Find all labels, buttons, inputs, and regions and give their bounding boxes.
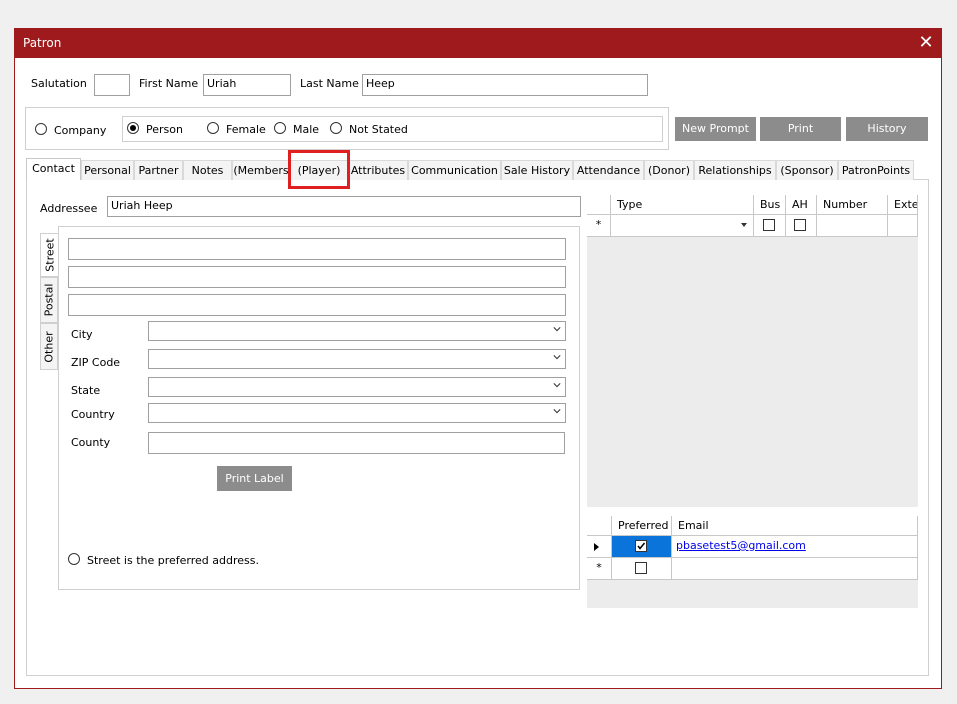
- zip-code-label: ZIP Code: [71, 356, 121, 369]
- country-dropdown[interactable]: [148, 403, 566, 423]
- phone-ah-checkbox[interactable]: [794, 219, 806, 231]
- phone-col-extension[interactable]: Exte: [888, 195, 918, 215]
- chevron-down-icon: [553, 327, 561, 332]
- new-prompt-button[interactable]: New Prompt: [675, 117, 756, 141]
- phone-new-row-marker: *: [587, 215, 611, 237]
- chevron-down-icon: [553, 383, 561, 388]
- company-radio-label: Company: [54, 124, 107, 137]
- tab-notes[interactable]: Notes: [183, 160, 232, 180]
- email-row-selector[interactable]: [587, 536, 612, 558]
- county-label: County: [71, 436, 111, 449]
- email-new-row-marker: *: [587, 558, 612, 580]
- phone-grid: Type Bus AH Number Exte *: [587, 195, 918, 507]
- tab-patronpoints[interactable]: PatronPoints: [838, 160, 914, 180]
- country-label: Country: [71, 408, 115, 421]
- first-name-input[interactable]: Uriah: [203, 74, 291, 96]
- address-tab-street[interactable]: Street: [40, 233, 58, 277]
- row-pointer-icon: [594, 543, 599, 551]
- phone-col-ah[interactable]: AH: [786, 195, 817, 215]
- street-line-3-input[interactable]: [68, 294, 566, 316]
- state-dropdown[interactable]: [148, 377, 566, 397]
- tab-relationships[interactable]: Relationships: [694, 160, 776, 180]
- not-stated-radio-label: Not Stated: [349, 123, 408, 136]
- dropdown-arrow-icon: [741, 223, 747, 227]
- male-radio[interactable]: [274, 122, 286, 134]
- chevron-down-icon: [553, 409, 561, 414]
- tab-sponsor[interactable]: (Sponsor): [776, 160, 838, 180]
- email-preferred-checkbox[interactable]: [635, 540, 647, 552]
- state-label: State: [71, 384, 101, 397]
- email-grid: Preferred Email pbasetest5@gmail.com *: [587, 516, 918, 608]
- email-col-preferred[interactable]: Preferred: [612, 516, 672, 536]
- tab-attributes[interactable]: Attributes: [348, 160, 408, 180]
- phone-bus-cell[interactable]: [754, 215, 786, 237]
- window-title: Patron: [23, 36, 62, 50]
- tab-personal[interactable]: Personal: [81, 160, 134, 180]
- tab-donor[interactable]: (Donor): [644, 160, 694, 180]
- first-name-label: First Name: [139, 77, 199, 90]
- phone-grid-corner: [587, 195, 611, 215]
- tab-sale-history[interactable]: Sale History: [501, 160, 573, 180]
- city-label: City: [71, 328, 93, 341]
- print-button[interactable]: Print: [760, 117, 841, 141]
- print-label-button[interactable]: Print Label: [217, 466, 292, 491]
- phone-col-number[interactable]: Number: [817, 195, 888, 215]
- person-radio-label: Person: [146, 123, 183, 136]
- tab-communication[interactable]: Communication: [408, 160, 501, 180]
- player-tab-highlight: [288, 150, 350, 189]
- tab-attendance[interactable]: Attendance: [573, 160, 644, 180]
- last-name-label: Last Name: [300, 77, 359, 90]
- email-new-preferred-checkbox[interactable]: [635, 562, 647, 574]
- phone-type-dropdown[interactable]: [611, 215, 754, 237]
- address-tab-postal-label: Postal: [42, 283, 56, 317]
- phone-ah-cell[interactable]: [786, 215, 817, 237]
- checkmark-icon: [637, 542, 646, 550]
- female-radio-label: Female: [226, 123, 266, 136]
- county-input[interactable]: [148, 432, 565, 454]
- company-radio[interactable]: [35, 123, 47, 135]
- history-button[interactable]: History: [846, 117, 928, 141]
- address-tab-postal[interactable]: Postal: [40, 277, 58, 323]
- street-line-2-input[interactable]: [68, 266, 566, 288]
- email-grid-corner: [587, 516, 612, 536]
- preferred-address-radio[interactable]: [68, 553, 80, 565]
- tab-contact[interactable]: Contact: [26, 158, 81, 180]
- person-radio[interactable]: [127, 122, 139, 134]
- phone-col-bus[interactable]: Bus: [754, 195, 786, 215]
- chevron-down-icon: [553, 355, 561, 360]
- phone-extension-cell[interactable]: [888, 215, 918, 237]
- email-cell[interactable]: pbasetest5@gmail.com: [672, 536, 918, 558]
- phone-col-type[interactable]: Type: [611, 195, 754, 215]
- phone-bus-checkbox[interactable]: [763, 219, 775, 231]
- female-radio[interactable]: [207, 122, 219, 134]
- male-radio-label: Male: [293, 123, 320, 136]
- address-tab-other-label: Other: [42, 330, 56, 363]
- phone-number-cell[interactable]: [817, 215, 888, 237]
- tab-members[interactable]: (Members: [232, 160, 290, 180]
- tab-partner[interactable]: Partner: [134, 160, 183, 180]
- last-name-input[interactable]: Heep: [362, 74, 648, 96]
- salutation-label: Salutation: [31, 77, 87, 90]
- address-tab-other[interactable]: Other: [40, 323, 58, 370]
- address-tab-street-label: Street: [43, 238, 56, 272]
- email-new-cell[interactable]: [672, 558, 918, 580]
- email-preferred-cell[interactable]: [612, 536, 672, 558]
- preferred-address-label: Street is the preferred address.: [87, 554, 259, 567]
- close-icon[interactable]: ✕: [915, 32, 937, 54]
- email-new-preferred-cell[interactable]: [612, 558, 672, 580]
- street-line-1-input[interactable]: [68, 238, 566, 260]
- email-col-email[interactable]: Email: [672, 516, 918, 536]
- email-link[interactable]: pbasetest5@gmail.com: [676, 539, 806, 552]
- addressee-label: Addressee: [40, 202, 98, 215]
- salutation-input[interactable]: [94, 74, 130, 96]
- title-bar: Patron ✕: [15, 29, 941, 58]
- city-dropdown[interactable]: [148, 321, 566, 341]
- addressee-input[interactable]: Uriah Heep: [107, 196, 581, 217]
- not-stated-radio[interactable]: [330, 122, 342, 134]
- zip-code-dropdown[interactable]: [148, 349, 566, 369]
